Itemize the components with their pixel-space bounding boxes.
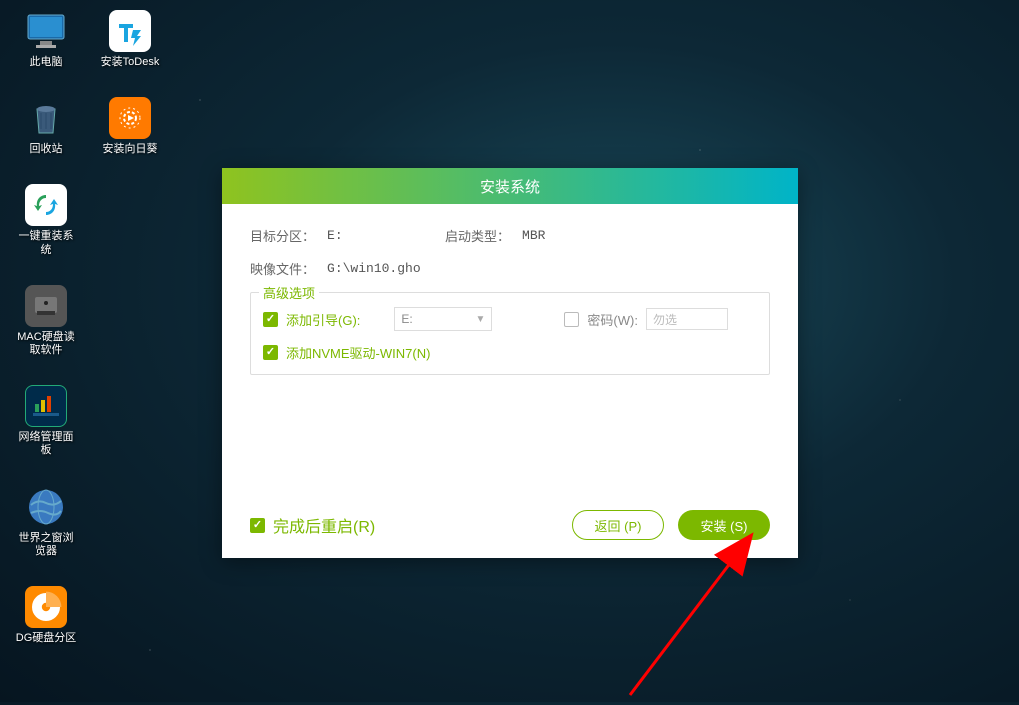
desktop-icon-label: 网络管理面板 bbox=[14, 431, 78, 457]
recycle-bin-icon bbox=[25, 97, 67, 139]
sunflower-icon bbox=[109, 97, 151, 139]
desktop-icon-label: 安装ToDesk bbox=[101, 56, 160, 69]
desktop-icon-label: DG硬盘分区 bbox=[16, 632, 77, 645]
desktop-icon-recycle-bin[interactable]: 回收站 bbox=[14, 97, 78, 156]
network-panel-icon bbox=[25, 385, 67, 427]
desktop-icon-label: 一键重装系统 bbox=[14, 230, 78, 256]
image-file-label: 映像文件： bbox=[250, 259, 315, 278]
desktop-icon-this-pc[interactable]: 此电脑 bbox=[14, 10, 78, 69]
desktop-icon-todesk[interactable]: 安装ToDesk bbox=[98, 10, 162, 69]
password-placeholder: 勿选 bbox=[653, 311, 677, 328]
target-partition-label: 目标分区： bbox=[250, 226, 315, 245]
reinstall-icon bbox=[25, 184, 67, 226]
target-partition-value: E: bbox=[327, 228, 445, 243]
add-boot-checkbox[interactable] bbox=[263, 312, 278, 327]
dialog-title: 安装系统 bbox=[222, 168, 798, 204]
desktop-icon-netpanel[interactable]: 网络管理面板 bbox=[14, 385, 78, 457]
advanced-options-fieldset: 高级选项 添加引导(G): E: ▼ 密码(W): 勿选 添加NVME驱动-WI… bbox=[250, 292, 770, 375]
globe-icon bbox=[25, 486, 67, 528]
todesk-icon bbox=[109, 10, 151, 52]
chevron-down-icon: ▼ bbox=[475, 314, 485, 325]
image-file-value: G:\win10.gho bbox=[327, 261, 421, 276]
add-boot-label: 添加引导(G): bbox=[286, 310, 360, 329]
desktop-icon-label: 世界之窗浏览器 bbox=[14, 532, 78, 558]
desktop-icon-label: 回收站 bbox=[30, 143, 63, 156]
restart-after-label: 完成后重启(R) bbox=[273, 513, 375, 537]
pc-icon bbox=[25, 10, 67, 52]
boot-type-value: MBR bbox=[522, 228, 545, 243]
install-system-dialog: 安装系统 目标分区： E: 启动类型： MBR 映像文件： G:\win10.g… bbox=[222, 168, 798, 558]
desktop-icon-label: 此电脑 bbox=[30, 56, 63, 69]
add-boot-drive-value: E: bbox=[401, 312, 412, 326]
add-boot-drive-select[interactable]: E: ▼ bbox=[394, 307, 492, 331]
install-button[interactable]: 安装 (S) bbox=[678, 510, 770, 540]
desktop-icon-dg[interactable]: DG硬盘分区 bbox=[14, 586, 78, 645]
add-nvme-checkbox[interactable] bbox=[263, 345, 278, 360]
mac-disk-icon bbox=[25, 285, 67, 327]
restart-after-checkbox[interactable] bbox=[250, 518, 265, 533]
desktop-icon-label: MAC硬盘读取软件 bbox=[14, 331, 78, 357]
desktop-icon-theworld[interactable]: 世界之窗浏览器 bbox=[14, 486, 78, 558]
add-nvme-label: 添加NVME驱动-WIN7(N) bbox=[286, 343, 430, 362]
password-label: 密码(W): bbox=[587, 310, 638, 329]
password-input[interactable]: 勿选 bbox=[646, 308, 728, 330]
password-checkbox[interactable] bbox=[564, 312, 579, 327]
desktop-icon-reinstall[interactable]: 一键重装系统 bbox=[14, 184, 78, 256]
desktop-icon-sunflower[interactable]: 安装向日葵 bbox=[98, 97, 162, 156]
back-button[interactable]: 返回 (P) bbox=[572, 510, 664, 540]
boot-type-label: 启动类型： bbox=[445, 226, 510, 245]
advanced-legend: 高级选项 bbox=[259, 283, 319, 302]
desktop-icon-label: 安装向日葵 bbox=[103, 143, 158, 156]
diskgenius-icon bbox=[25, 586, 67, 628]
desktop-icon-mac-disk[interactable]: MAC硬盘读取软件 bbox=[14, 285, 78, 357]
